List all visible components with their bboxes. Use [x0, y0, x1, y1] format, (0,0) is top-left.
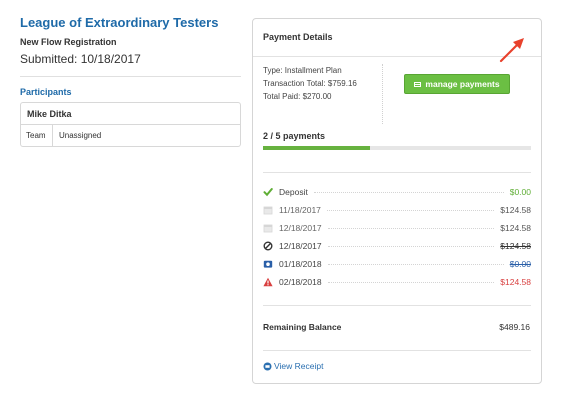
payment-row: 12/18/2017 $124.58: [263, 237, 531, 255]
participant-name: Mike Ditka: [21, 103, 240, 125]
payment-label: 02/18/2018: [279, 277, 322, 287]
participant-card: Mike Ditka Team Unassigned: [20, 102, 241, 147]
dotted-leader: [327, 245, 495, 247]
payment-row: 01/18/2018 $0.00: [263, 255, 531, 273]
dotted-leader: [313, 191, 504, 193]
check-icon: [263, 187, 273, 197]
view-receipt-link[interactable]: View Receipt: [263, 361, 323, 371]
payment-details-panel: Payment Details Type: Installment Plan T…: [252, 18, 542, 384]
payment-amount: $124.58: [500, 223, 531, 233]
payment-label: 12/18/2017: [279, 241, 322, 251]
receipt-icon: [263, 362, 272, 370]
participants-heading: Participants: [20, 87, 72, 97]
cancelled-icon: [263, 241, 273, 251]
progress-track: [263, 146, 531, 150]
calendar-icon: [263, 223, 273, 233]
calendar-icon: [263, 205, 273, 215]
manage-payments-button[interactable]: manage payments: [404, 74, 510, 94]
dotted-leader: [327, 227, 495, 229]
dotted-leader: [326, 209, 495, 211]
view-receipt-label: View Receipt: [274, 361, 324, 371]
org-title: League of Extraordinary Testers: [20, 15, 219, 30]
dotted-leader: [327, 263, 504, 265]
dotted-leader: [327, 281, 495, 283]
payment-row: 02/18/2018 $124.58: [263, 273, 531, 291]
payment-label: 12/18/2017: [279, 223, 322, 233]
payment-schedule: Deposit $0.00 11/18/2017 $124.58 12/18/2017 $…: [263, 183, 531, 291]
remaining-balance-label: Remaining Balance: [263, 322, 342, 332]
payment-amount: $0.00: [509, 187, 531, 197]
plan-type: Type: Installment Plan: [263, 66, 342, 75]
payment-amount: $124.58: [500, 277, 531, 287]
payment-row: 11/18/2017 $124.58: [263, 201, 531, 219]
credit-card-icon: [414, 81, 422, 87]
remaining-balance-amount: $489.16: [499, 322, 530, 332]
refund-icon: [263, 259, 273, 269]
red-arrow-annotation: [499, 38, 524, 63]
balance-divider: [263, 350, 531, 351]
team-key: Team: [21, 125, 53, 146]
progress-divider: [263, 172, 531, 173]
submitted-date: Submitted: 10/18/2017: [20, 52, 141, 66]
team-value: Unassigned: [59, 131, 102, 140]
payment-amount: $0.00: [509, 259, 531, 269]
manage-payments-label: manage payments: [425, 79, 500, 89]
progress-label: 2 / 5 payments: [263, 131, 326, 141]
plan-info: Type: Installment Plan Transaction Total…: [263, 64, 357, 103]
payment-amount: $124.58: [500, 205, 531, 215]
schedule-divider: [263, 305, 531, 306]
info-vertical-divider: [382, 64, 383, 124]
left-divider: [20, 76, 241, 77]
panel-title: Payment Details: [263, 32, 333, 42]
transaction-total: Transaction Total: $759.16: [263, 79, 357, 88]
payment-row: 12/18/2017 $124.58: [263, 219, 531, 237]
total-paid: Total Paid: $270.00: [263, 92, 332, 101]
payment-label: 11/18/2017: [279, 205, 321, 215]
payment-label: 01/18/2018: [279, 259, 322, 269]
payment-amount: $124.58: [500, 241, 531, 251]
payment-row: Deposit $0.00: [263, 183, 531, 201]
progress-fill: [263, 146, 371, 150]
payment-label: Deposit: [279, 187, 308, 197]
warning-icon: [263, 277, 273, 287]
participant-team-row: Team Unassigned: [21, 125, 240, 146]
registration-subtitle: New Flow Registration: [20, 37, 117, 47]
